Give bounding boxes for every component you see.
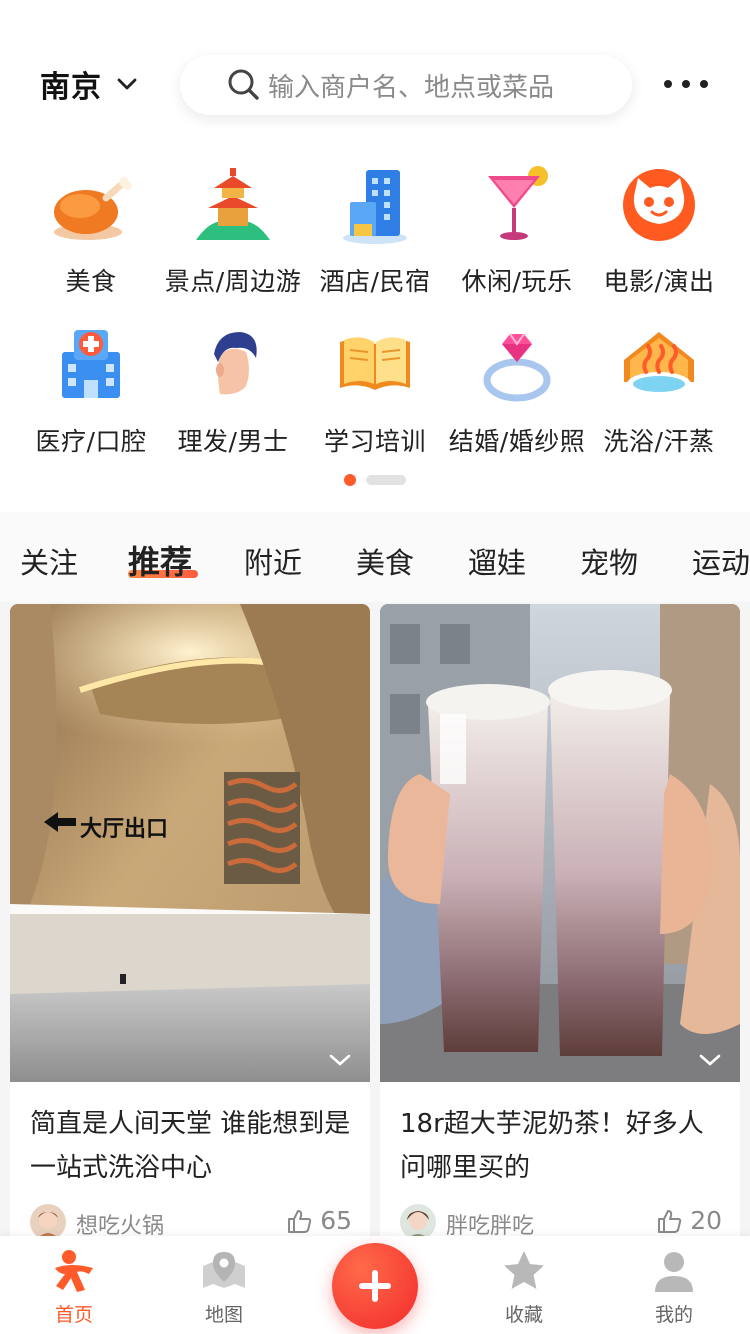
- category-label: 休闲/玩乐: [461, 267, 573, 296]
- category-label: 医疗/口腔: [35, 427, 147, 456]
- category-hotel[interactable]: 酒店/民宿: [302, 162, 448, 298]
- category-medical[interactable]: 医疗/口腔: [18, 322, 164, 458]
- nav-map[interactable]: 地图: [174, 1248, 274, 1327]
- category-label: 景点/周边游: [164, 267, 302, 296]
- user-icon: [655, 1252, 693, 1292]
- more-menu-button[interactable]: [664, 72, 708, 96]
- category-label: 理发/男士: [177, 427, 289, 456]
- post-photo-bathhouse: 大厅出口: [10, 604, 370, 1082]
- chevron-down-icon[interactable]: [698, 1052, 722, 1068]
- nav-label: 地图: [204, 1304, 243, 1326]
- tab-sports[interactable]: 运动: [692, 540, 750, 582]
- hospital-icon: [62, 330, 120, 398]
- tab-nearby[interactable]: 附近: [244, 540, 302, 582]
- category-food[interactable]: 美食: [18, 162, 164, 298]
- pagoda-icon: [196, 168, 270, 240]
- category-label: 结婚/婚纱照: [448, 427, 586, 456]
- post-title: 简直是人间天堂 谁能想到是一站式洗浴中心: [30, 1109, 351, 1183]
- category-leisure[interactable]: 休闲/玩乐: [444, 162, 590, 298]
- nav-label: 收藏: [504, 1304, 543, 1326]
- chevron-down-icon[interactable]: [328, 1052, 352, 1068]
- cat-face-icon: [623, 169, 695, 241]
- roast-chicken-icon: [54, 177, 132, 240]
- cocktail-icon: [488, 166, 548, 240]
- like-count: 65: [320, 1206, 352, 1235]
- plus-icon: [359, 1270, 391, 1302]
- create-post-button[interactable]: [332, 1243, 418, 1329]
- feed-card[interactable]: 大厅出口 简直是人间天堂 谁能想到是一站式洗浴中心 想吃火锅 65: [10, 604, 370, 1244]
- feed-card[interactable]: 18r超大芋泥奶茶！好多人问哪里买的 胖吃胖吃 20: [380, 604, 740, 1244]
- category-education[interactable]: 学习培训: [302, 322, 448, 458]
- category-barber[interactable]: 理发/男士: [160, 322, 306, 458]
- tab-follow[interactable]: 关注: [20, 540, 78, 582]
- like-count: 20: [690, 1206, 722, 1235]
- category-label: 学习培训: [323, 427, 426, 456]
- nav-label: 我的: [654, 1304, 693, 1326]
- page-indicator: [344, 474, 408, 486]
- category-movie[interactable]: 电影/演出: [586, 162, 732, 298]
- thumbs-up-icon: [288, 1209, 312, 1233]
- tab-pets[interactable]: 宠物: [580, 540, 638, 582]
- search-icon: [228, 69, 259, 100]
- tab-food[interactable]: 美食: [356, 540, 414, 582]
- post-photo-milk-tea: [380, 604, 740, 1082]
- map-pin-icon: [203, 1252, 245, 1288]
- tab-kids[interactable]: 遛娃: [468, 540, 526, 582]
- like-button[interactable]: 20: [656, 1206, 722, 1235]
- page-dot-inactive: [366, 475, 406, 485]
- hot-bath-icon: [624, 332, 694, 396]
- tab-recommend[interactable]: 推荐: [128, 537, 192, 583]
- thumbs-up-icon: [658, 1209, 682, 1233]
- avatar[interactable]: [400, 1204, 436, 1240]
- top-header: 南京 输入商户名、地点或菜品: [0, 0, 750, 125]
- man-head-icon: [214, 332, 257, 395]
- category-bath[interactable]: 洗浴/汗蒸: [586, 322, 732, 458]
- city-name: 南京: [40, 70, 102, 105]
- home-mascot-icon: [55, 1250, 93, 1292]
- category-label: 电影/演出: [603, 267, 715, 296]
- page-dot-active: [344, 474, 356, 486]
- search-placeholder: 输入商户名、地点或菜品: [268, 72, 555, 103]
- more-dot: [682, 80, 690, 88]
- category-label: 洗浴/汗蒸: [603, 427, 715, 456]
- hotel-building-icon: [343, 170, 407, 244]
- category-label: 美食: [65, 267, 117, 296]
- category-label: 酒店/民宿: [319, 267, 431, 296]
- book-icon: [340, 337, 410, 390]
- nav-profile[interactable]: 我的: [624, 1248, 724, 1327]
- city-selector[interactable]: 南京: [40, 62, 138, 106]
- chevron-down-icon: [117, 78, 137, 90]
- exit-sign-text: 大厅出口: [80, 817, 168, 842]
- avatar[interactable]: [30, 1204, 66, 1240]
- more-dot: [700, 80, 708, 88]
- category-scenic[interactable]: 景点/周边游: [160, 162, 306, 298]
- star-icon: [504, 1251, 544, 1289]
- nav-favorites[interactable]: 收藏: [474, 1248, 574, 1327]
- category-wedding[interactable]: 结婚/婚纱照: [444, 322, 590, 458]
- more-dot: [664, 80, 672, 88]
- post-title: 18r超大芋泥奶茶！好多人问哪里买的: [400, 1109, 704, 1183]
- like-button[interactable]: 65: [286, 1206, 352, 1235]
- nav-home[interactable]: 首页: [24, 1248, 124, 1327]
- nav-label: 首页: [54, 1304, 93, 1326]
- diamond-ring-icon: [483, 333, 551, 402]
